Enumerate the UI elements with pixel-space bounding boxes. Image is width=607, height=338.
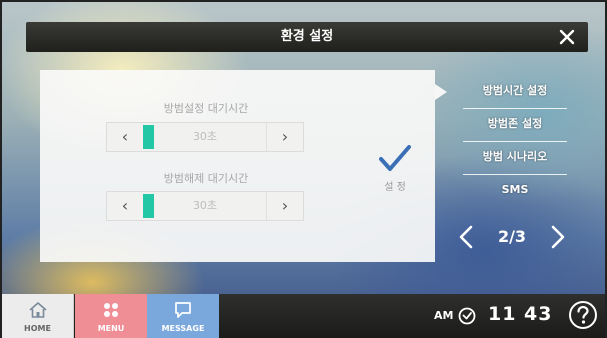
clock-icon <box>458 307 476 325</box>
ampm-indicator: AM <box>434 309 454 322</box>
menu-button[interactable]: MENU <box>75 294 147 338</box>
close-button[interactable] <box>556 26 578 48</box>
disarm-delay-track[interactable]: 30초 <box>143 192 267 220</box>
disarm-delay-decrease-button[interactable]: ‹ <box>107 192 144 220</box>
page-title: 환경 설정 <box>280 29 334 44</box>
previous-page-button[interactable] <box>456 225 478 249</box>
disarm-delay-value: 30초 <box>192 199 218 212</box>
next-page-button[interactable] <box>546 225 568 249</box>
checkmark-icon <box>379 145 411 171</box>
arm-delay-stepper: ‹ 30초 › <box>106 122 304 152</box>
home-button[interactable]: HOME <box>2 294 74 338</box>
home-icon <box>29 302 47 318</box>
question-icon <box>569 301 597 329</box>
home-label: HOME <box>24 324 51 333</box>
page-indicator: 2/3 <box>497 227 527 246</box>
arm-delay-label: 방범설정 대기시간 <box>163 102 249 115</box>
clock: AM 11 43 <box>434 294 554 338</box>
chevron-right-icon <box>551 225 565 249</box>
message-button[interactable]: MESSAGE <box>147 294 219 338</box>
help-button[interactable] <box>568 300 598 330</box>
title-bar: 환경 설정 <box>26 22 588 52</box>
menu-label: MENU <box>97 324 125 333</box>
arm-delay-value: 30초 <box>192 130 218 143</box>
disarm-delay-stepper: ‹ 30초 › <box>106 191 304 221</box>
speech-bubble-icon <box>175 302 191 318</box>
menu-item-security-time[interactable]: 방범시간 설정 <box>463 76 567 109</box>
pager: 2/3 <box>452 222 572 252</box>
confirm-label: 설 정 <box>384 182 406 193</box>
grid-dots-icon <box>104 303 118 317</box>
disarm-delay-increase-button[interactable]: › <box>266 192 303 220</box>
chevron-left-icon <box>459 225 473 249</box>
menu-item-label: 방범 시나리오 <box>482 150 548 163</box>
menu-item-label: 방범시간 설정 <box>482 84 548 97</box>
menu-item-label: SMS <box>501 183 529 196</box>
panel-pointer <box>435 84 447 100</box>
menu-item-security-scenario[interactable]: 방범 시나리오 <box>463 142 567 175</box>
arm-delay-track[interactable]: 30초 <box>143 123 267 151</box>
close-icon <box>559 29 575 45</box>
menu-item-security-zone[interactable]: 방범존 설정 <box>463 109 567 142</box>
settings-panel: 방범설정 대기시간 ‹ 30초 › 방범해제 대기시간 ‹ 30초 › 설 정 <box>40 70 447 262</box>
menu-item-sms[interactable]: SMS <box>463 175 567 208</box>
message-label: MESSAGE <box>161 324 205 333</box>
arm-delay-increase-button[interactable]: › <box>266 123 303 151</box>
side-menu: 방범시간 설정 방범존 설정 방범 시나리오 SMS <box>463 76 567 208</box>
bottom-bar: HOME MENU MESSAGE AM 11 43 <box>2 294 605 338</box>
clock-time: 11 43 <box>488 303 553 325</box>
confirm-button[interactable]: 설 정 <box>370 144 420 194</box>
disarm-delay-label: 방범해제 대기시간 <box>163 172 249 185</box>
arm-delay-decrease-button[interactable]: ‹ <box>107 123 144 151</box>
screen: 환경 설정 방범설정 대기시간 ‹ 30초 › 방범해제 대기시간 ‹ 30초 … <box>0 0 607 338</box>
menu-item-label: 방범존 설정 <box>487 117 543 130</box>
